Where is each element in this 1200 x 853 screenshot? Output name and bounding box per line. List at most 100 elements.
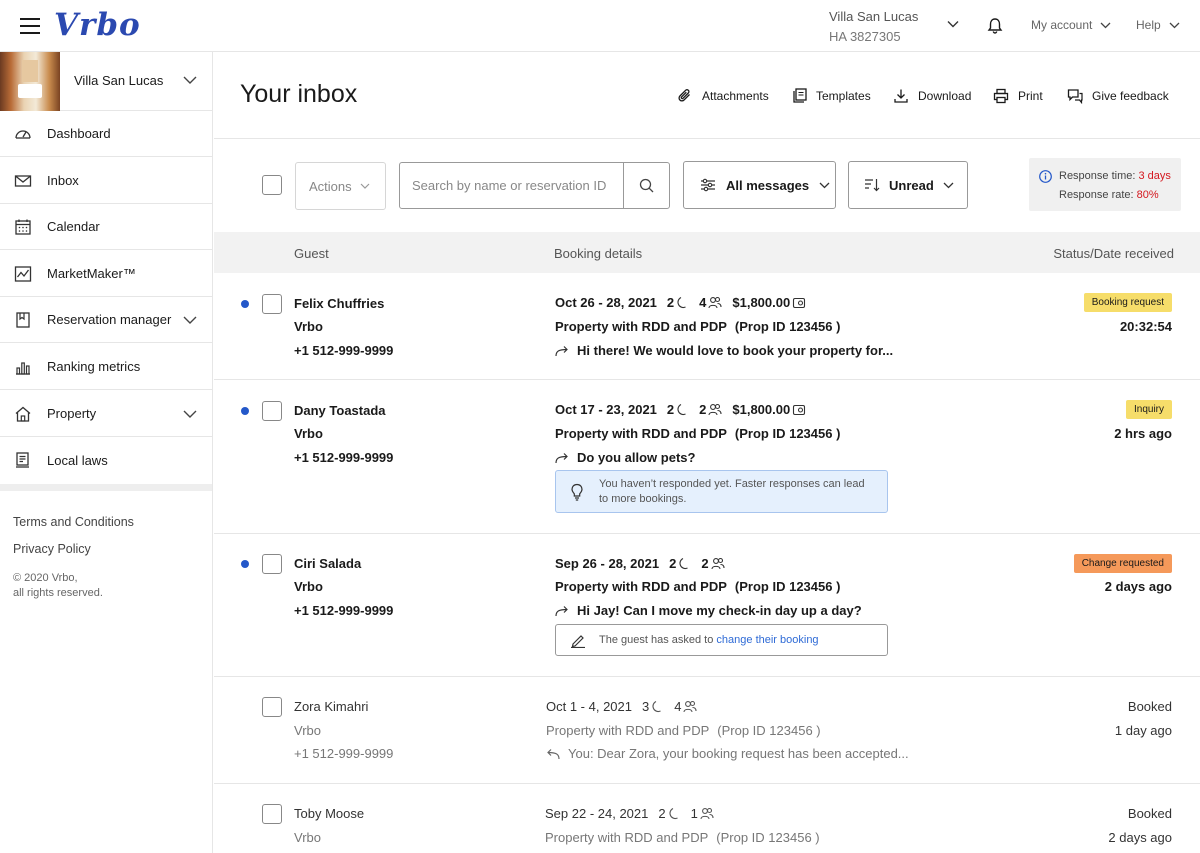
status-text: Booked	[1127, 806, 1172, 821]
booking-property: Property with RDD and PDP (Prop ID 12345…	[555, 426, 840, 441]
table-row[interactable]: Ciri Salada Vrbo +1 512-999-9999 Sep 26 …	[214, 534, 1200, 677]
notifications-bell-icon[interactable]	[986, 17, 1004, 35]
guest-name: Dany Toastada	[294, 403, 386, 418]
table-row[interactable]: Toby Moose Vrbo Sep 22 - 24, 2021 2 1 Pr…	[214, 784, 1200, 853]
terms-link[interactable]: Terms and Conditions	[13, 515, 134, 529]
print-button[interactable]: Print	[993, 88, 1043, 104]
table-row[interactable]: Felix Chuffries Vrbo +1 512-999-9999 Oct…	[214, 273, 1200, 380]
paperclip-icon	[677, 88, 693, 104]
status-badge: Change requested	[1073, 554, 1172, 573]
chevron-down-icon	[943, 182, 954, 189]
reply-arrow-icon	[555, 605, 569, 617]
guest-source: Vrbo	[294, 830, 321, 845]
moon-icon	[678, 557, 691, 570]
message-preview: Do you allow pets?	[555, 450, 695, 465]
select-all-checkbox[interactable]	[262, 175, 282, 195]
response-stats: Response time: 3 days Response rate: 80%	[1029, 158, 1181, 211]
row-checkbox[interactable]	[262, 294, 282, 314]
privacy-link[interactable]: Privacy Policy	[13, 542, 91, 556]
sidebar-item-reservation-manager[interactable]: Reservation manager	[0, 297, 212, 343]
row-checkbox[interactable]	[262, 554, 282, 574]
templates-button[interactable]: Templates	[793, 88, 871, 103]
sidebar-item-calendar[interactable]: Calendar	[0, 204, 212, 250]
book-icon	[14, 311, 32, 329]
header-divider	[214, 138, 1200, 139]
search-input[interactable]	[400, 163, 624, 208]
property-id: (Prop ID 123456 )	[734, 319, 841, 334]
row-checkbox[interactable]	[262, 697, 282, 717]
hamburger-menu-icon[interactable]	[20, 18, 40, 34]
status-text: Booked	[1127, 699, 1172, 714]
vrbo-logo[interactable]: Vrbo	[54, 7, 141, 43]
sidebar-item-property[interactable]: Property	[0, 391, 212, 437]
nights-count: 2	[658, 806, 666, 821]
give-feedback-button[interactable]: Give feedback	[1067, 88, 1169, 104]
property-id: (Prop ID 123456 )	[717, 723, 821, 738]
response-rate-label: Response rate:	[1059, 189, 1134, 201]
actions-label: Actions	[309, 178, 352, 194]
attachments-button[interactable]: Attachments	[677, 88, 769, 104]
sort-dropdown[interactable]: Unread	[848, 161, 968, 209]
row-checkbox[interactable]	[262, 401, 282, 421]
chevron-down-icon	[183, 76, 197, 84]
table-row[interactable]: Zora Kimahri Vrbo +1 512-999-9999 Oct 1 …	[214, 677, 1200, 784]
sidebar-item-marketmaker[interactable]: MarketMaker™	[0, 251, 212, 297]
message-text: Hi there! We would love to book your pro…	[577, 343, 894, 358]
moon-icon	[651, 700, 664, 713]
received-time: 2 days ago	[1104, 579, 1172, 594]
message-filter-dropdown[interactable]: All messages	[683, 161, 836, 209]
table-row[interactable]: Dany Toastada Vrbo +1 512-999-9999 Oct 1…	[214, 380, 1200, 534]
sidebar-item-dashboard[interactable]: Dashboard	[0, 111, 212, 157]
chevron-down-icon	[819, 182, 830, 189]
sort-label: Unread	[889, 177, 934, 193]
response-time: Response time: 3 days	[1059, 170, 1171, 182]
guest-name: Felix Chuffries	[294, 296, 385, 311]
feedback-label: Give feedback	[1092, 89, 1169, 103]
guest-name: Ciri Salada	[294, 556, 362, 571]
sidebar-item-label: Reservation manager	[47, 312, 172, 327]
property-selector[interactable]: Villa San Lucas HA 3827305	[829, 7, 959, 45]
nights-count: 2	[666, 402, 675, 417]
chevron-down-icon	[947, 20, 959, 28]
download-icon	[893, 88, 909, 104]
change-booking-link[interactable]: change their booking	[716, 634, 818, 646]
column-header-booking: Booking details	[554, 246, 643, 261]
nights-count: 2	[666, 295, 675, 310]
sort-icon	[864, 178, 880, 192]
booking-price: $1,800.00	[732, 402, 791, 417]
calendar-icon	[14, 218, 32, 236]
actions-dropdown[interactable]: Actions	[295, 162, 386, 210]
message-text: Hi Jay! Can I move my check-in day up a …	[577, 603, 862, 618]
reply-back-icon	[546, 748, 560, 760]
sidebar-item-inbox[interactable]: Inbox	[0, 158, 212, 204]
booking-summary: Sep 26 - 28, 2021 2 2	[555, 556, 725, 571]
guest-source: Vrbo	[294, 723, 321, 738]
download-label: Download	[918, 89, 972, 103]
copyright-text: © 2020 Vrbo, all rights reserved.	[13, 571, 163, 601]
unread-dot	[241, 560, 249, 568]
status-badge: Booking request	[1083, 293, 1172, 312]
guest-source: Vrbo	[294, 579, 323, 594]
row-checkbox[interactable]	[262, 804, 282, 824]
sidebar-property-selector[interactable]: Villa San Lucas	[0, 52, 212, 111]
my-account-menu[interactable]: My account	[1031, 18, 1111, 32]
laws-icon	[14, 451, 32, 469]
booking-property: Property with RDD and PDP (Prop ID 12345…	[546, 723, 821, 738]
booking-summary: Oct 1 - 4, 2021 3 4	[546, 699, 698, 714]
search-button[interactable]	[623, 163, 669, 208]
sidebar-item-ranking-metrics[interactable]: Ranking metrics	[0, 344, 212, 390]
download-button[interactable]: Download	[893, 88, 971, 104]
response-time-label: Response time:	[1059, 170, 1136, 182]
change-request-prefix: The guest has asked to	[599, 634, 717, 646]
received-time: 2 hrs ago	[1114, 426, 1172, 441]
reply-arrow-icon	[555, 452, 569, 464]
property-name: Property with RDD and PDP	[555, 579, 727, 594]
sidebar-item-label: Local laws	[47, 452, 108, 468]
chevron-down-icon	[360, 183, 370, 189]
column-header-guest: Guest	[294, 246, 329, 261]
payment-icon	[792, 296, 806, 309]
guest-name: Toby Moose	[294, 806, 365, 821]
sidebar-item-local-laws[interactable]: Local laws	[0, 437, 212, 483]
unread-dot	[241, 407, 249, 415]
help-menu[interactable]: Help	[1136, 18, 1180, 32]
